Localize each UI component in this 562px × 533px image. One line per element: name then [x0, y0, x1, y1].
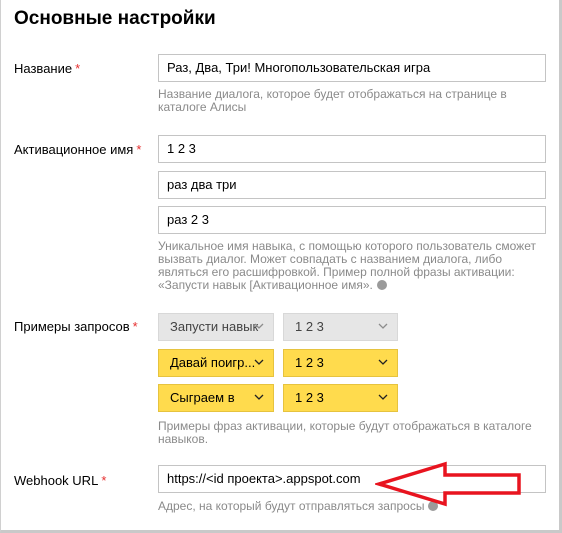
examples-label-text: Примеры запросов — [14, 319, 130, 334]
example-3-name-select[interactable]: 1 2 3 — [283, 384, 398, 412]
activation-input-1[interactable]: 1 2 3 — [158, 135, 546, 163]
example-1-name: 1 2 3 — [295, 319, 324, 334]
chevron-down-icon — [253, 320, 265, 332]
example-1-phrase-select: Запусти навык — [158, 313, 274, 341]
chevron-down-icon — [377, 356, 389, 368]
example-2-phrase-select[interactable]: Давай поигр... — [158, 349, 274, 377]
info-icon[interactable] — [376, 280, 387, 290]
example-1-name-select: 1 2 3 — [283, 313, 398, 341]
examples-hint: Примеры фраз активации, которые будут от… — [158, 419, 532, 446]
activation-input-2[interactable]: раз два три — [158, 171, 546, 199]
required-mark: * — [75, 61, 81, 76]
example-3-phrase-select[interactable]: Сыграем в — [158, 384, 274, 412]
name-label-text: Название — [14, 61, 73, 76]
required-mark: * — [136, 142, 142, 157]
example-2-phrase: Давай поигр... — [170, 355, 256, 370]
chevron-down-icon — [253, 356, 265, 368]
webhook-label-text: Webhook URL — [14, 473, 99, 488]
chevron-down-icon — [377, 320, 389, 332]
examples-label: Примеры запросов * — [14, 319, 138, 334]
example-3-name: 1 2 3 — [295, 390, 324, 405]
name-label: Название * — [14, 61, 80, 76]
activation-hint: Уникальное имя навыка, с помощью которог… — [158, 240, 543, 292]
required-mark: * — [101, 473, 107, 488]
example-2-name: 1 2 3 — [295, 355, 324, 370]
activation-label-text: Активационное имя — [14, 142, 134, 157]
name-hint: Название диалога, которое будет отобража… — [158, 87, 507, 114]
example-2-name-select[interactable]: 1 2 3 — [283, 349, 398, 377]
left-arrow-annotation — [375, 461, 521, 507]
chevron-down-icon — [377, 391, 389, 403]
activation-input-3[interactable]: раз 2 3 — [158, 206, 546, 234]
webhook-label: Webhook URL * — [14, 473, 106, 488]
example-3-phrase: Сыграем в — [170, 390, 235, 405]
name-input[interactable]: Раз, Два, Три! Многопользовательская игр… — [158, 54, 546, 82]
chevron-down-icon — [253, 391, 265, 403]
section-title: Основные настройки — [14, 8, 216, 29]
activation-label: Активационное имя * — [14, 142, 141, 157]
required-mark: * — [132, 319, 138, 334]
example-1-phrase: Запусти навык — [170, 319, 259, 334]
activation-hint-text: Уникальное имя навыка, с помощью которог… — [158, 239, 536, 292]
